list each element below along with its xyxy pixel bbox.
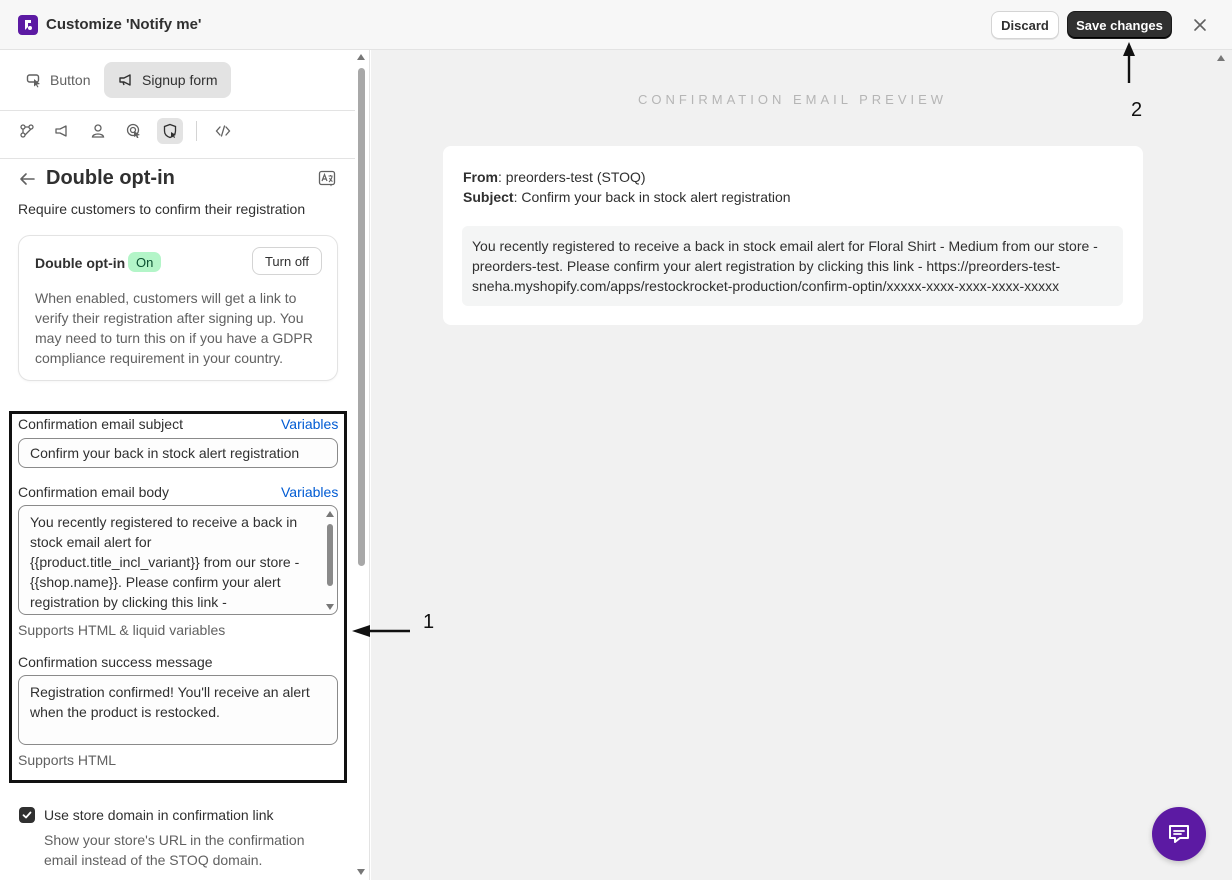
annotation-arrows [352,42,1135,637]
chat-button[interactable] [1152,807,1206,861]
chat-icon [1169,825,1189,843]
annotation-number-1: 1 [423,611,435,633]
annotation-number-2: 2 [1131,99,1143,121]
